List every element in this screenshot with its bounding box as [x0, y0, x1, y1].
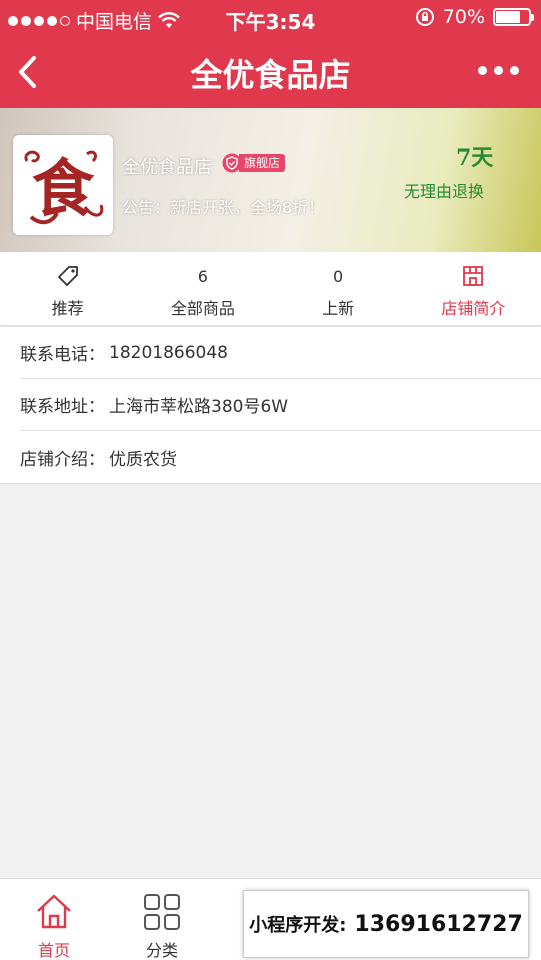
food-character-icon: 食	[24, 150, 104, 225]
promo-label: 小程序开发:	[249, 915, 347, 936]
battery-level	[496, 11, 520, 23]
intro-label: 店铺介绍：	[20, 449, 105, 470]
store-banner: 食 全优食品店 旗舰店 公告：新店开张，全场8折！ 7天 无理由退换	[0, 108, 541, 252]
battery-text: 70%	[442, 6, 485, 28]
tab-new[interactable]: 0 上新	[271, 252, 406, 326]
nav-bar: 全优食品店	[0, 36, 541, 108]
address-label: 联系地址：	[20, 397, 105, 417]
return-days: 7天	[456, 145, 494, 171]
status-right: 70%	[415, 6, 534, 28]
logo-character: 食	[32, 152, 95, 225]
promo-phone: 13691612727	[354, 911, 523, 937]
tab-label: 店铺简介	[441, 299, 506, 318]
bottom-nav-category[interactable]: 分类	[108, 879, 216, 960]
tab-count: 6	[197, 266, 208, 286]
tab-count: 0	[333, 266, 344, 286]
store-tabs: 推荐 6 全部商品 0 上新 店铺简介	[0, 252, 541, 326]
page-title: 全优食品店	[190, 56, 351, 94]
header: 中国电信 下午3:54 70% 全优食品店	[0, 0, 541, 108]
tab-store-intro[interactable]: 店铺简介	[406, 252, 541, 326]
flagship-badge: 旗舰店	[222, 153, 286, 173]
store-icon	[463, 266, 484, 286]
intro-row: 店铺介绍： 优质农货	[20, 431, 541, 483]
battery-icon	[493, 8, 534, 26]
tab-recommend[interactable]: 推荐	[0, 252, 135, 326]
store-notice: 公告：新店开张，全场8折！	[122, 198, 325, 217]
badge-text: 旗舰店	[239, 154, 286, 172]
bottom-nav-label: 首页	[37, 941, 70, 960]
address-row[interactable]: 联系地址： 上海市莘松路380号6W	[20, 379, 541, 431]
tab-label: 全部商品	[170, 299, 235, 318]
store-logo: 食	[13, 135, 113, 235]
return-policy: 无理由退换	[404, 182, 485, 201]
store-name: 全优食品店	[122, 157, 212, 178]
intro-value: 优质农货	[109, 449, 177, 470]
more-dots-icon[interactable]	[478, 66, 519, 75]
status-bar: 中国电信 下午3:54 70%	[0, 0, 541, 36]
tab-label: 上新	[322, 299, 355, 318]
phone-value[interactable]: 18201866048	[109, 343, 228, 363]
tab-label: 推荐	[51, 299, 84, 318]
rotation-lock-icon	[415, 8, 434, 26]
home-icon	[37, 894, 71, 929]
promo-banner[interactable]: 小程序开发: 13691612727	[243, 890, 529, 958]
bottom-nav-label: 分类	[145, 941, 178, 960]
phone-label: 联系电话：	[20, 345, 105, 365]
store-info-list: 联系电话： 18201866048 联系地址： 上海市莘松路380号6W 店铺介…	[0, 327, 541, 484]
address-value: 上海市莘松路380号6W	[109, 397, 289, 417]
tag-icon	[57, 266, 78, 286]
grid-icon	[144, 894, 180, 930]
bottom-nav-home[interactable]: 首页	[0, 879, 108, 960]
tab-all-products[interactable]: 6 全部商品	[135, 252, 270, 326]
phone-row[interactable]: 联系电话： 18201866048	[20, 327, 541, 379]
